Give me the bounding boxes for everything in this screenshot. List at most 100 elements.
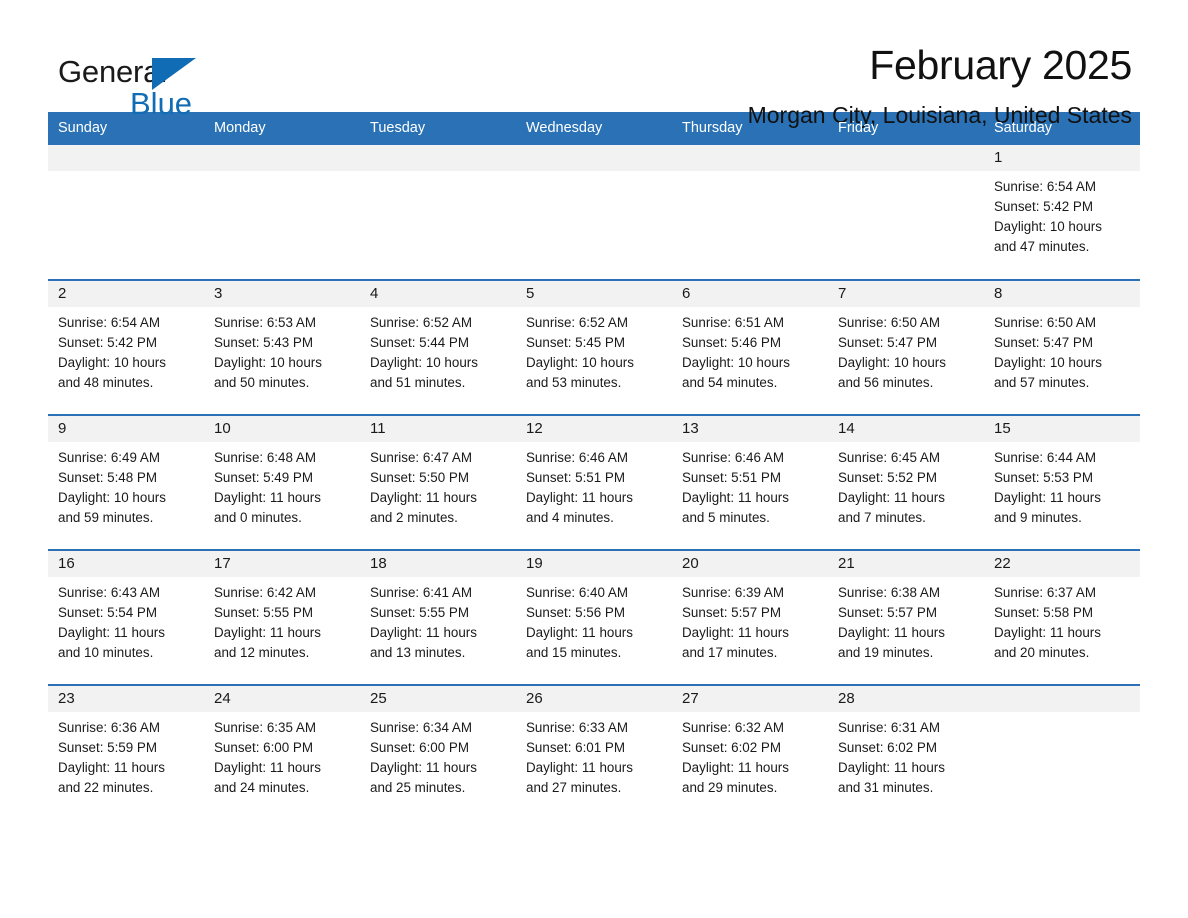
calendar-day-cell[interactable]: 14 Sunrise: 6:45 AM Sunset: 5:52 PM Dayligh… (828, 414, 984, 550)
day-number (360, 145, 516, 171)
daylight-text-line1: Daylight: 10 hours (838, 355, 946, 370)
calendar-day-cell[interactable]: 1 Sunrise: 6:54 AM Sunset: 5:42 PM Daylight… (984, 145, 1140, 280)
day-details: Sunrise: 6:38 AM Sunset: 5:57 PM Daylight:… (828, 577, 984, 663)
daylight-text-line1: Daylight: 10 hours (994, 355, 1102, 370)
sunrise-text: Sunrise: 6:50 AM (994, 315, 1096, 330)
calendar-day-cell[interactable]: 26 Sunrise: 6:33 AM Sunset: 6:01 PM Dayligh… (516, 684, 672, 820)
logo-text-blue: Blue (130, 86, 193, 121)
sunrise-text: Sunrise: 6:51 AM (682, 315, 784, 330)
calendar-day-cell[interactable]: 4 Sunrise: 6:52 AM Sunset: 5:44 PM Daylight… (360, 279, 516, 415)
calendar-grid: Sunday Monday Tuesday Wednesday Thursday… (48, 112, 1140, 820)
calendar-day-cell[interactable]: 3 Sunrise: 6:53 AM Sunset: 5:43 PM Daylight… (204, 279, 360, 415)
day-details: Sunrise: 6:45 AM Sunset: 5:52 PM Daylight:… (828, 442, 984, 528)
sunrise-text: Sunrise: 6:47 AM (370, 450, 472, 465)
daylight-text-line1: Daylight: 11 hours (526, 760, 633, 775)
daylight-text-line2: and 53 minutes. (526, 375, 622, 390)
day-number: 17 (204, 551, 360, 577)
daylight-text-line2: and 59 minutes. (58, 510, 154, 525)
day-number: 8 (984, 281, 1140, 307)
daylight-text-line1: Daylight: 11 hours (682, 760, 789, 775)
calendar-day-cell-empty (204, 145, 360, 280)
day-details: Sunrise: 6:33 AM Sunset: 6:01 PM Daylight:… (516, 712, 672, 798)
day-details: Sunrise: 6:36 AM Sunset: 5:59 PM Daylight:… (48, 712, 204, 798)
sunset-text: Sunset: 5:57 PM (682, 605, 781, 620)
sunrise-text: Sunrise: 6:39 AM (682, 585, 784, 600)
calendar-page: General Blue February 2025 Morgan City, … (0, 0, 1188, 918)
calendar-day-cell[interactable]: 8 Sunrise: 6:50 AM Sunset: 5:47 PM Daylight… (984, 279, 1140, 415)
daylight-text-line2: and 19 minutes. (838, 645, 934, 660)
sunset-text: Sunset: 5:52 PM (838, 470, 937, 485)
daylight-text-line2: and 22 minutes. (58, 780, 154, 795)
calendar-day-cell[interactable]: 23 Sunrise: 6:36 AM Sunset: 5:59 PM Dayligh… (48, 684, 204, 820)
calendar-day-cell[interactable]: 28 Sunrise: 6:31 AM Sunset: 6:02 PM Dayligh… (828, 684, 984, 820)
sunrise-text: Sunrise: 6:52 AM (526, 315, 628, 330)
calendar-day-cell[interactable]: 21 Sunrise: 6:38 AM Sunset: 5:57 PM Dayligh… (828, 549, 984, 685)
daylight-text-line2: and 27 minutes. (526, 780, 622, 795)
calendar-week-row: 2 Sunrise: 6:54 AM Sunset: 5:42 PM Daylight… (48, 279, 1140, 415)
sunset-text: Sunset: 5:46 PM (682, 335, 781, 350)
calendar-day-cell[interactable]: 24 Sunrise: 6:35 AM Sunset: 6:00 PM Dayligh… (204, 684, 360, 820)
day-details: Sunrise: 6:53 AM Sunset: 5:43 PM Daylight:… (204, 307, 360, 393)
sunset-text: Sunset: 6:01 PM (526, 740, 625, 755)
day-number: 9 (48, 416, 204, 442)
daylight-text-line1: Daylight: 11 hours (370, 625, 477, 640)
sunrise-text: Sunrise: 6:35 AM (214, 720, 316, 735)
calendar-day-cell[interactable]: 19 Sunrise: 6:40 AM Sunset: 5:56 PM Dayligh… (516, 549, 672, 685)
daylight-text-line2: and 29 minutes. (682, 780, 778, 795)
sunset-text: Sunset: 5:55 PM (370, 605, 469, 620)
daylight-text-line2: and 51 minutes. (370, 375, 466, 390)
sunset-text: Sunset: 5:57 PM (838, 605, 937, 620)
calendar-day-cell[interactable]: 16 Sunrise: 6:43 AM Sunset: 5:54 PM Dayligh… (48, 549, 204, 685)
sunset-text: Sunset: 5:58 PM (994, 605, 1093, 620)
calendar-day-cell[interactable]: 11 Sunrise: 6:47 AM Sunset: 5:50 PM Dayligh… (360, 414, 516, 550)
logo-text-general: General (58, 54, 167, 89)
sunset-text: Sunset: 5:47 PM (994, 335, 1093, 350)
calendar-day-cell[interactable]: 5 Sunrise: 6:52 AM Sunset: 5:45 PM Daylight… (516, 279, 672, 415)
calendar-day-cell[interactable]: 12 Sunrise: 6:46 AM Sunset: 5:51 PM Dayligh… (516, 414, 672, 550)
day-number: 21 (828, 551, 984, 577)
calendar-day-cell[interactable]: 22 Sunrise: 6:37 AM Sunset: 5:58 PM Dayligh… (984, 549, 1140, 685)
sunset-text: Sunset: 5:59 PM (58, 740, 157, 755)
day-details: Sunrise: 6:43 AM Sunset: 5:54 PM Daylight:… (48, 577, 204, 663)
calendar-day-cell[interactable]: 2 Sunrise: 6:54 AM Sunset: 5:42 PM Daylight… (48, 279, 204, 415)
calendar-day-cell[interactable]: 17 Sunrise: 6:42 AM Sunset: 5:55 PM Dayligh… (204, 549, 360, 685)
sunset-text: Sunset: 5:42 PM (994, 199, 1093, 214)
calendar-day-cell[interactable]: 13 Sunrise: 6:46 AM Sunset: 5:51 PM Dayligh… (672, 414, 828, 550)
calendar-day-cell[interactable]: 10 Sunrise: 6:48 AM Sunset: 5:49 PM Dayligh… (204, 414, 360, 550)
day-details: Sunrise: 6:31 AM Sunset: 6:02 PM Daylight:… (828, 712, 984, 798)
calendar-week-row: 1 Sunrise: 6:54 AM Sunset: 5:42 PM Daylight… (48, 145, 1140, 280)
day-details: Sunrise: 6:52 AM Sunset: 5:45 PM Daylight:… (516, 307, 672, 393)
calendar-week-row: 16 Sunrise: 6:43 AM Sunset: 5:54 PM Dayligh… (48, 549, 1140, 685)
calendar-day-cell[interactable]: 20 Sunrise: 6:39 AM Sunset: 5:57 PM Dayligh… (672, 549, 828, 685)
day-number: 27 (672, 686, 828, 712)
calendar-week-row: 9 Sunrise: 6:49 AM Sunset: 5:48 PM Daylight… (48, 414, 1140, 550)
daylight-text-line1: Daylight: 10 hours (58, 490, 166, 505)
day-number: 7 (828, 281, 984, 307)
sunset-text: Sunset: 5:49 PM (214, 470, 313, 485)
generalblue-logo[interactable]: General Blue (48, 44, 248, 121)
day-details: Sunrise: 6:39 AM Sunset: 5:57 PM Daylight:… (672, 577, 828, 663)
calendar-day-cell[interactable]: 27 Sunrise: 6:32 AM Sunset: 6:02 PM Dayligh… (672, 684, 828, 820)
calendar-day-cell[interactable]: 7 Sunrise: 6:50 AM Sunset: 5:47 PM Daylight… (828, 279, 984, 415)
calendar-week-row: 23 Sunrise: 6:36 AM Sunset: 5:59 PM Dayligh… (48, 684, 1140, 820)
sunset-text: Sunset: 6:02 PM (838, 740, 937, 755)
day-details: Sunrise: 6:50 AM Sunset: 5:47 PM Daylight:… (828, 307, 984, 393)
day-number: 1 (984, 145, 1140, 171)
day-number (48, 145, 204, 171)
day-number: 16 (48, 551, 204, 577)
daylight-text-line2: and 0 minutes. (214, 510, 302, 525)
sunset-text: Sunset: 5:51 PM (526, 470, 625, 485)
calendar-day-cell[interactable]: 18 Sunrise: 6:41 AM Sunset: 5:55 PM Dayligh… (360, 549, 516, 685)
day-details: Sunrise: 6:34 AM Sunset: 6:00 PM Daylight:… (360, 712, 516, 798)
sunset-text: Sunset: 5:54 PM (58, 605, 157, 620)
day-details: Sunrise: 6:32 AM Sunset: 6:02 PM Daylight:… (672, 712, 828, 798)
daylight-text-line2: and 48 minutes. (58, 375, 154, 390)
day-number: 26 (516, 686, 672, 712)
daylight-text-line2: and 5 minutes. (682, 510, 770, 525)
page-header: General Blue February 2025 Morgan City, … (48, 0, 1140, 127)
calendar-day-cell[interactable]: 6 Sunrise: 6:51 AM Sunset: 5:46 PM Daylight… (672, 279, 828, 415)
calendar-day-cell[interactable]: 9 Sunrise: 6:49 AM Sunset: 5:48 PM Daylight… (48, 414, 204, 550)
calendar-day-cell[interactable]: 15 Sunrise: 6:44 AM Sunset: 5:53 PM Dayligh… (984, 414, 1140, 550)
sunrise-text: Sunrise: 6:41 AM (370, 585, 472, 600)
calendar-day-cell[interactable]: 25 Sunrise: 6:34 AM Sunset: 6:00 PM Dayligh… (360, 684, 516, 820)
